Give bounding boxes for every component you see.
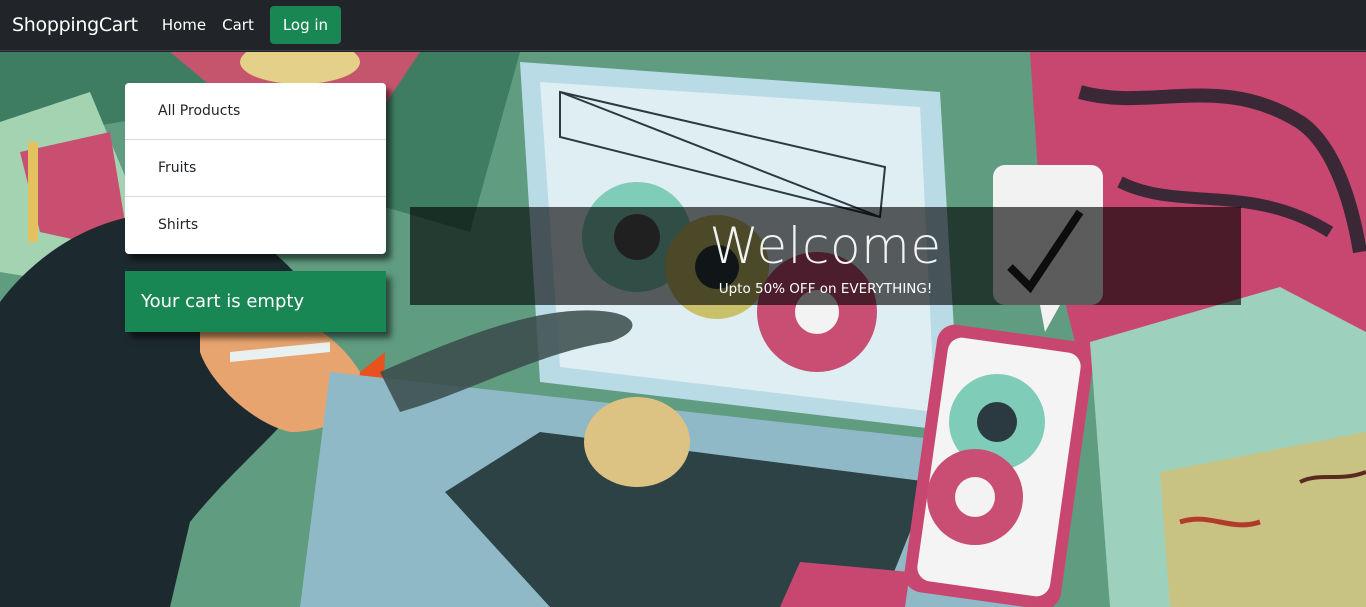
- welcome-title: Welcome: [709, 217, 942, 275]
- login-button[interactable]: Log in: [269, 6, 342, 44]
- category-list: All Products Fruits Shirts: [125, 83, 386, 254]
- category-all-products[interactable]: All Products: [125, 83, 386, 140]
- brand-logo[interactable]: ShoppingCart: [12, 14, 138, 36]
- cart-status-box: Your cart is empty: [125, 271, 386, 332]
- nav-link-home[interactable]: Home: [162, 16, 206, 34]
- category-shirts[interactable]: Shirts: [125, 197, 386, 254]
- category-fruits[interactable]: Fruits: [125, 140, 386, 197]
- welcome-banner: Welcome Upto 50% OFF on EVERYTHING!: [410, 207, 1241, 305]
- nav-link-cart[interactable]: Cart: [222, 16, 254, 34]
- welcome-subtitle: Upto 50% OFF on EVERYTHING!: [718, 281, 933, 297]
- navbar: ShoppingCart Home Cart Log in: [0, 0, 1366, 51]
